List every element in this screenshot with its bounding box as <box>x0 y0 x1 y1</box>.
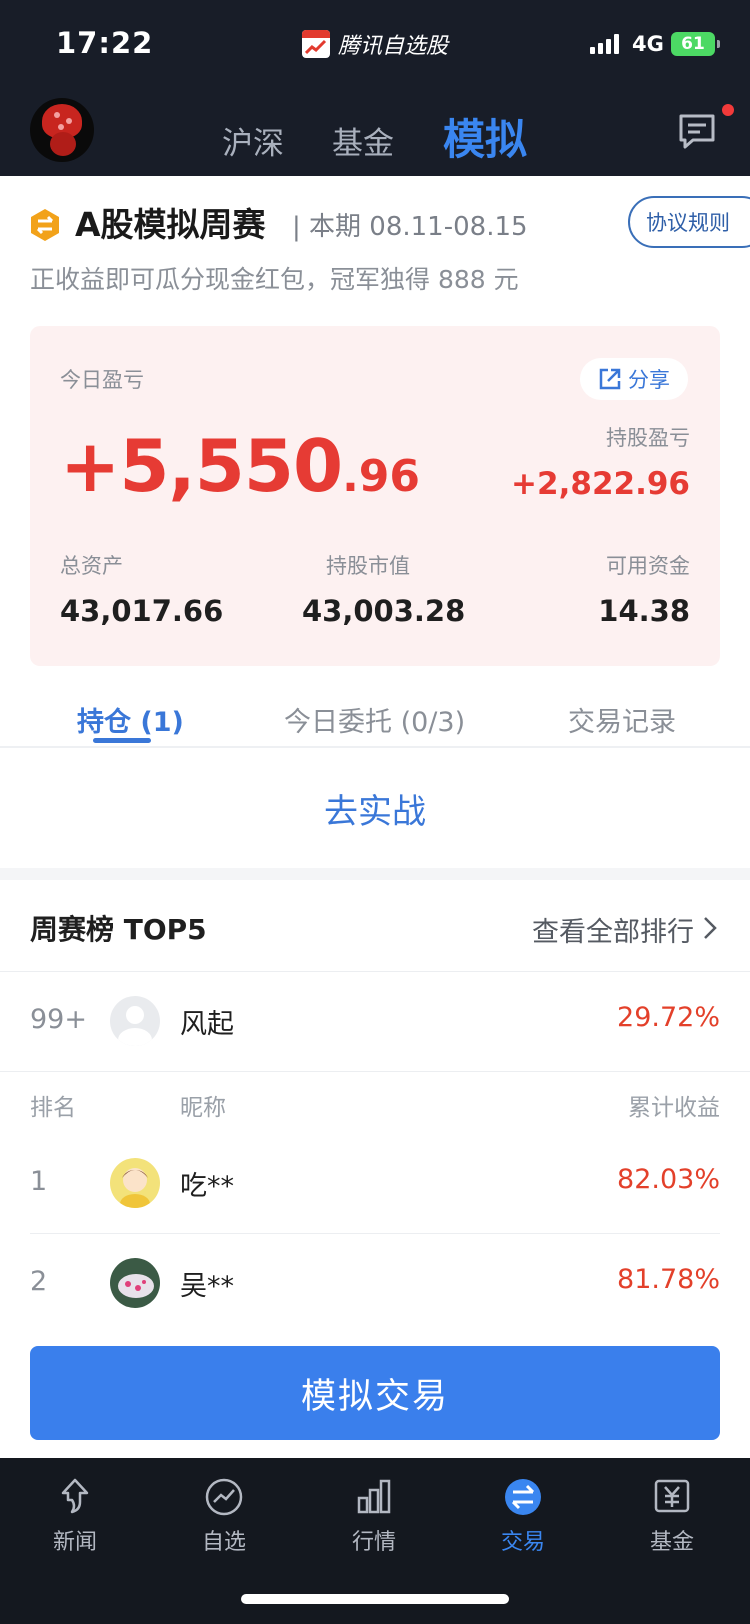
section-divider <box>0 868 750 880</box>
today-pnl-label: 今日盈亏 <box>60 368 144 392</box>
simulated-trading-button[interactable]: 模拟交易 <box>30 1346 720 1440</box>
bottom-nav-fund[interactable]: 基金 <box>617 1476 727 1566</box>
top-header: 17:22 腾讯自选股 4G 61 沪深 基金 模拟 <box>0 0 750 176</box>
status-bar: 17:22 腾讯自选股 4G 61 <box>0 0 750 90</box>
available-funds-value: 14.38 <box>598 594 690 628</box>
bottom-nav-label: 自选 <box>201 1530 246 1555</box>
status-time: 17:22 <box>56 26 154 60</box>
fund-icon <box>654 1479 690 1513</box>
nickname: 吃** <box>180 1171 234 1202</box>
chevron-right-icon[interactable] <box>700 914 720 942</box>
watchlist-icon <box>205 1478 243 1516</box>
bottom-nav-label: 交易 <box>500 1530 545 1555</box>
available-funds-label: 可用资金 <box>606 554 690 578</box>
nav-tab-shenzhen-shanghai[interactable]: 沪深 <box>222 118 284 163</box>
market-value-label: 持股市值 <box>326 554 410 578</box>
bottom-nav-label: 行情 <box>351 1530 396 1555</box>
message-icon[interactable] <box>677 112 717 152</box>
app-name-text: 腾讯自选股 <box>338 34 449 59</box>
share-icon <box>599 368 621 390</box>
cumulative-return: 82.03% <box>617 1164 720 1195</box>
bottom-nav-market[interactable]: 行情 <box>319 1476 429 1566</box>
bottom-nav-label: 基金 <box>649 1530 694 1555</box>
my-avatar <box>110 996 160 1046</box>
bottom-nav-news[interactable]: 新闻 <box>20 1476 130 1566</box>
my-nickname: 风起 <box>180 1009 234 1040</box>
today-pnl-value: +5,550.96 <box>60 424 420 508</box>
market-value-value: 43,003.28 <box>302 594 466 628</box>
contest-period: | 本期 08.11-08.15 <box>292 212 528 242</box>
position-tabs: 持仓 (1) 今日委托 (0/3) 交易记录 <box>0 666 750 748</box>
leaderboard-title: 周赛榜 TOP5 <box>30 913 207 946</box>
rank-number: 1 <box>30 1166 48 1197</box>
rules-button[interactable]: 协议规则 <box>628 196 750 248</box>
pnl-card: 今日盈亏 分享 +5,550.96 持股盈亏 +2,822.96 总资产 43,… <box>30 326 720 666</box>
total-assets-label: 总资产 <box>60 554 123 578</box>
user-avatar-1 <box>110 1158 160 1208</box>
share-button[interactable]: 分享 <box>580 358 688 400</box>
contest-badge-icon <box>31 209 59 241</box>
leaderboard-columns: 排名 昵称 累计收益 <box>0 1072 750 1132</box>
my-rank: 99+ <box>30 1004 87 1035</box>
tab-positions[interactable]: 持仓 (1) <box>77 700 184 739</box>
unread-dot <box>722 104 734 116</box>
holding-pnl-value: +2,822.96 <box>511 466 690 502</box>
share-label: 分享 <box>628 368 670 392</box>
signal-icon <box>590 34 619 54</box>
top-nav: 沪深 基金 模拟 <box>0 90 750 176</box>
user-avatar-2 <box>110 1258 160 1308</box>
home-indicator[interactable] <box>241 1594 509 1604</box>
go-real-trading-link[interactable]: 去实战 <box>0 748 750 868</box>
app-logo-icon <box>302 30 330 58</box>
total-assets-value: 43,017.66 <box>60 594 224 628</box>
column-return: 累计收益 <box>628 1095 720 1121</box>
trade-icon <box>505 1479 541 1515</box>
nickname: 吴** <box>180 1271 234 1302</box>
bottom-nav-label: 新闻 <box>52 1530 97 1555</box>
market-icon <box>357 1479 391 1514</box>
today-pnl-decimal: .96 <box>342 451 421 502</box>
leaderboard-header: 周赛榜 TOP5 查看全部排行 <box>0 880 750 972</box>
leaderboard-row[interactable]: 2 吴** 81.78% <box>30 1234 720 1334</box>
today-pnl-integer: +5,550 <box>60 424 343 508</box>
view-all-rankings-link[interactable]: 查看全部排行 <box>532 910 694 949</box>
my-return: 29.72% <box>617 1002 720 1033</box>
cumulative-return: 81.78% <box>617 1264 720 1295</box>
rank-number: 2 <box>30 1266 48 1297</box>
contest-header: A股模拟周赛 | 本期 08.11-08.15 协议规则 正收益即可瓜分现金红包… <box>0 176 750 316</box>
user-avatar[interactable] <box>30 98 94 162</box>
active-tab-indicator <box>93 738 151 743</box>
nav-tab-simulation[interactable]: 模拟 <box>443 106 527 167</box>
status-app-name: 腾讯自选股 <box>302 28 448 60</box>
tab-trade-records[interactable]: 交易记录 <box>568 700 676 739</box>
tab-today-orders[interactable]: 今日委托 (0/3) <box>284 700 465 739</box>
network-type: 4G <box>632 32 664 56</box>
contest-description: 正收益即可瓜分现金红包，冠军独得 888 元 <box>30 265 519 294</box>
news-icon <box>61 1478 89 1514</box>
bottom-nav-watchlist[interactable]: 自选 <box>169 1476 279 1566</box>
bottom-nav-trade[interactable]: 交易 <box>468 1476 578 1566</box>
battery-icon: 61 <box>671 32 720 56</box>
leaderboard-row[interactable]: 1 吃** 82.03% <box>30 1134 720 1234</box>
column-rank: 排名 <box>30 1095 76 1121</box>
holding-pnl-label: 持股盈亏 <box>606 426 690 450</box>
nav-tab-fund[interactable]: 基金 <box>332 118 394 163</box>
my-rank-row[interactable]: 99+ 风起 29.72% <box>0 972 750 1072</box>
contest-title: A股模拟周赛 <box>75 205 266 244</box>
column-nickname: 昵称 <box>180 1095 226 1121</box>
